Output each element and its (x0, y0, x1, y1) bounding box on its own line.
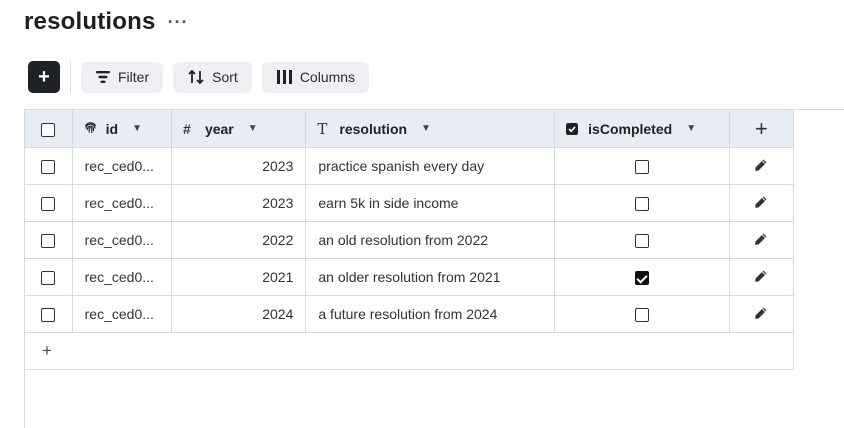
id-cell[interactable]: rec_ced0... (72, 147, 172, 185)
header-row: id ▼ # year ▼ T resolution ▼ isCompleted… (25, 110, 795, 148)
table-row[interactable]: rec_ced0... 2024 a future resolution from … (25, 295, 795, 333)
data-grid: id ▼ # year ▼ T resolution ▼ isCompleted… (24, 109, 844, 428)
pencil-icon[interactable] (754, 195, 768, 209)
pencil-icon[interactable] (754, 269, 768, 283)
iscompleted-cell (554, 147, 730, 185)
column-header-iscompleted[interactable]: isCompleted ▼ (554, 110, 730, 148)
sort-icon (188, 69, 204, 85)
row-select-checkbox[interactable] (41, 234, 56, 249)
iscompleted-cell (554, 221, 730, 259)
checkbox-icon (566, 122, 582, 135)
edit-cell (729, 258, 795, 296)
chevron-down-icon[interactable]: ▼ (132, 123, 142, 134)
table-row[interactable]: rec_ced0... 2023 earn 5k in side income (25, 184, 795, 222)
row-select-cell (25, 221, 73, 259)
row-select-checkbox[interactable] (41, 160, 56, 175)
iscompleted-checkbox[interactable] (634, 271, 649, 286)
filter-button[interactable]: Filter (81, 61, 164, 93)
pencil-icon[interactable] (754, 232, 768, 246)
resolution-cell[interactable]: earn 5k in side income (305, 184, 556, 222)
more-options-button[interactable]: ··· (168, 12, 189, 33)
hash-icon: # (182, 120, 191, 137)
pencil-icon[interactable] (754, 158, 768, 172)
iscompleted-checkbox[interactable] (634, 234, 649, 249)
resolution-cell[interactable]: an older resolution from 2021 (305, 258, 556, 296)
add-row: + (25, 332, 794, 370)
column-header-resolution[interactable]: T resolution ▼ (305, 110, 556, 148)
iscompleted-checkbox[interactable] (634, 308, 649, 323)
columns-button[interactable]: Columns (261, 61, 370, 93)
chevron-down-icon[interactable]: ▼ (421, 123, 431, 134)
iscompleted-cell (554, 184, 730, 222)
columns-icon (276, 70, 292, 84)
year-cell[interactable]: 2022 (171, 221, 307, 259)
id-cell[interactable]: rec_ced0... (72, 258, 172, 296)
sort-label: Sort (212, 69, 238, 85)
row-select-cell (25, 295, 73, 333)
year-cell[interactable]: 2023 (171, 184, 307, 222)
edit-cell (729, 184, 795, 222)
row-select-checkbox[interactable] (41, 271, 56, 286)
chevron-down-icon[interactable]: ▼ (686, 123, 696, 134)
add-row-button[interactable]: + (25, 341, 52, 360)
resolution-cell[interactable]: practice spanish every day (305, 147, 556, 185)
id-cell[interactable]: rec_ced0... (72, 184, 172, 222)
pencil-icon[interactable] (754, 306, 768, 320)
id-cell[interactable]: rec_ced0... (72, 221, 172, 259)
toolbar-divider (70, 61, 71, 93)
resolution-cell[interactable]: an old resolution from 2022 (305, 221, 556, 259)
columns-label: Columns (299, 69, 356, 85)
sort-button[interactable]: Sort (173, 61, 252, 93)
row-select-cell (25, 147, 73, 185)
select-all-cell (25, 110, 73, 148)
fingerprint-icon (84, 122, 100, 135)
chevron-down-icon[interactable]: ▼ (248, 123, 258, 134)
toolbar: + Filter Sort Columns (28, 61, 379, 93)
row-select-checkbox[interactable] (41, 197, 56, 212)
edit-cell (729, 147, 795, 185)
column-label: resolution (339, 120, 408, 137)
year-cell[interactable]: 2023 (171, 147, 307, 185)
iscompleted-cell (554, 258, 730, 296)
column-label: id (105, 120, 119, 137)
row-select-checkbox[interactable] (41, 308, 56, 323)
records-table: id ▼ # year ▼ T resolution ▼ isCompleted… (25, 110, 795, 370)
table-row[interactable]: rec_ced0... 2022 an old resolution from 20… (25, 221, 795, 259)
table-row[interactable]: rec_ced0... 2021 an older resolution from … (25, 258, 795, 296)
id-cell[interactable]: rec_ced0... (72, 295, 172, 333)
row-select-cell (25, 184, 73, 222)
filter-icon (96, 71, 110, 83)
add-column-button[interactable]: + (755, 116, 768, 141)
page-header: resolutions ··· (24, 6, 189, 38)
table-row[interactable]: rec_ced0... 2023 practice spanish every da… (25, 147, 795, 185)
row-select-cell (25, 258, 73, 296)
page-title: resolutions (24, 8, 156, 35)
filter-label: Filter (118, 69, 150, 85)
select-all-checkbox[interactable] (41, 122, 56, 137)
add-record-button[interactable]: + (28, 61, 60, 93)
year-cell[interactable]: 2021 (171, 258, 307, 296)
add-column-cell: + (729, 110, 795, 148)
iscompleted-cell (554, 295, 730, 333)
edit-cell (729, 221, 795, 259)
column-label: isCompleted (588, 120, 673, 137)
iscompleted-checkbox[interactable] (634, 160, 649, 175)
year-cell[interactable]: 2024 (171, 295, 307, 333)
edit-cell (729, 295, 795, 333)
column-header-id[interactable]: id ▼ (72, 110, 172, 148)
text-type-icon: T (317, 119, 328, 138)
iscompleted-checkbox[interactable] (634, 197, 649, 212)
column-header-year[interactable]: # year ▼ (171, 110, 307, 148)
resolution-cell[interactable]: a future resolution from 2024 (305, 295, 556, 333)
column-label: year (204, 120, 234, 137)
